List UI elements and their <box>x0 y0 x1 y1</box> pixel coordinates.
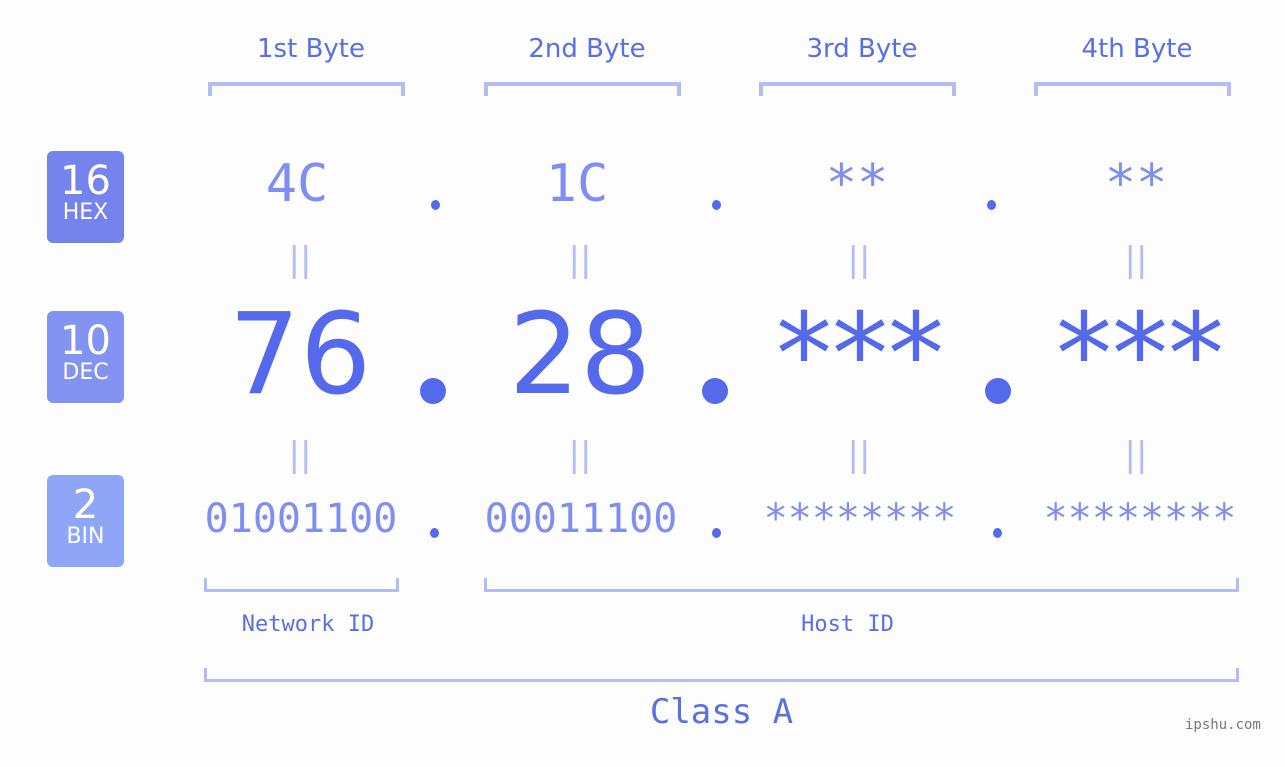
hex-byte-3: ** <box>825 154 889 214</box>
hex-base: 16 <box>60 158 111 204</box>
byte-header-3: 3rd Byte <box>806 34 918 64</box>
equals-icon: || <box>568 240 592 280</box>
hex-badge: 16 HEX <box>47 151 124 243</box>
equals-icon: || <box>568 435 592 475</box>
dec-base: 10 <box>60 318 111 364</box>
bin-base: 2 <box>72 482 99 528</box>
watermark: ipshu.com <box>1185 717 1261 733</box>
byte-bracket-1 <box>208 82 405 96</box>
hex-separator-dot <box>431 200 440 210</box>
network-id-bracket <box>204 578 399 592</box>
dec-badge: 10 DEC <box>47 311 124 403</box>
dec-separator-dot <box>985 378 1011 404</box>
hex-byte-1: 4C <box>265 154 329 214</box>
bin-byte-1: 01001100 <box>204 496 398 542</box>
bin-separator-dot <box>430 528 439 538</box>
dec-byte-2: 28 <box>508 290 652 420</box>
host-id-label: Host ID <box>801 612 894 637</box>
byte-bracket-2 <box>484 82 681 96</box>
dec-separator-dot <box>702 378 728 404</box>
bin-byte-2: 00011100 <box>484 496 678 542</box>
dec-label: DEC <box>62 360 109 385</box>
bin-label: BIN <box>66 524 105 549</box>
host-id-bracket <box>484 578 1239 592</box>
dec-byte-1: 76 <box>228 290 372 420</box>
equals-icon: || <box>288 435 312 475</box>
bin-byte-4: ******** <box>1043 496 1237 542</box>
bin-separator-dot <box>712 528 721 538</box>
hex-label: HEX <box>62 200 109 225</box>
bin-separator-dot <box>993 528 1002 538</box>
hex-byte-4: ** <box>1104 154 1168 214</box>
byte-header-2: 2nd Byte <box>528 34 646 64</box>
bin-byte-3: ******** <box>763 496 957 542</box>
dec-byte-3: *** <box>776 290 944 420</box>
class-bracket <box>204 668 1239 682</box>
byte-bracket-3 <box>759 82 956 96</box>
class-label: Class A <box>649 692 794 732</box>
hex-separator-dot <box>712 200 721 210</box>
byte-header-1: 1st Byte <box>257 34 365 64</box>
byte-bracket-4 <box>1034 82 1231 96</box>
equals-icon: || <box>847 240 871 280</box>
equals-icon: || <box>288 240 312 280</box>
byte-header-4: 4th Byte <box>1081 34 1193 64</box>
equals-icon: || <box>1124 435 1148 475</box>
hex-separator-dot <box>987 200 996 210</box>
equals-icon: || <box>847 435 871 475</box>
network-id-label: Network ID <box>241 612 375 637</box>
hex-byte-2: 1C <box>545 154 609 214</box>
dec-separator-dot <box>420 378 446 404</box>
dec-byte-4: *** <box>1056 290 1224 420</box>
bin-badge: 2 BIN <box>47 475 124 567</box>
equals-icon: || <box>1124 240 1148 280</box>
